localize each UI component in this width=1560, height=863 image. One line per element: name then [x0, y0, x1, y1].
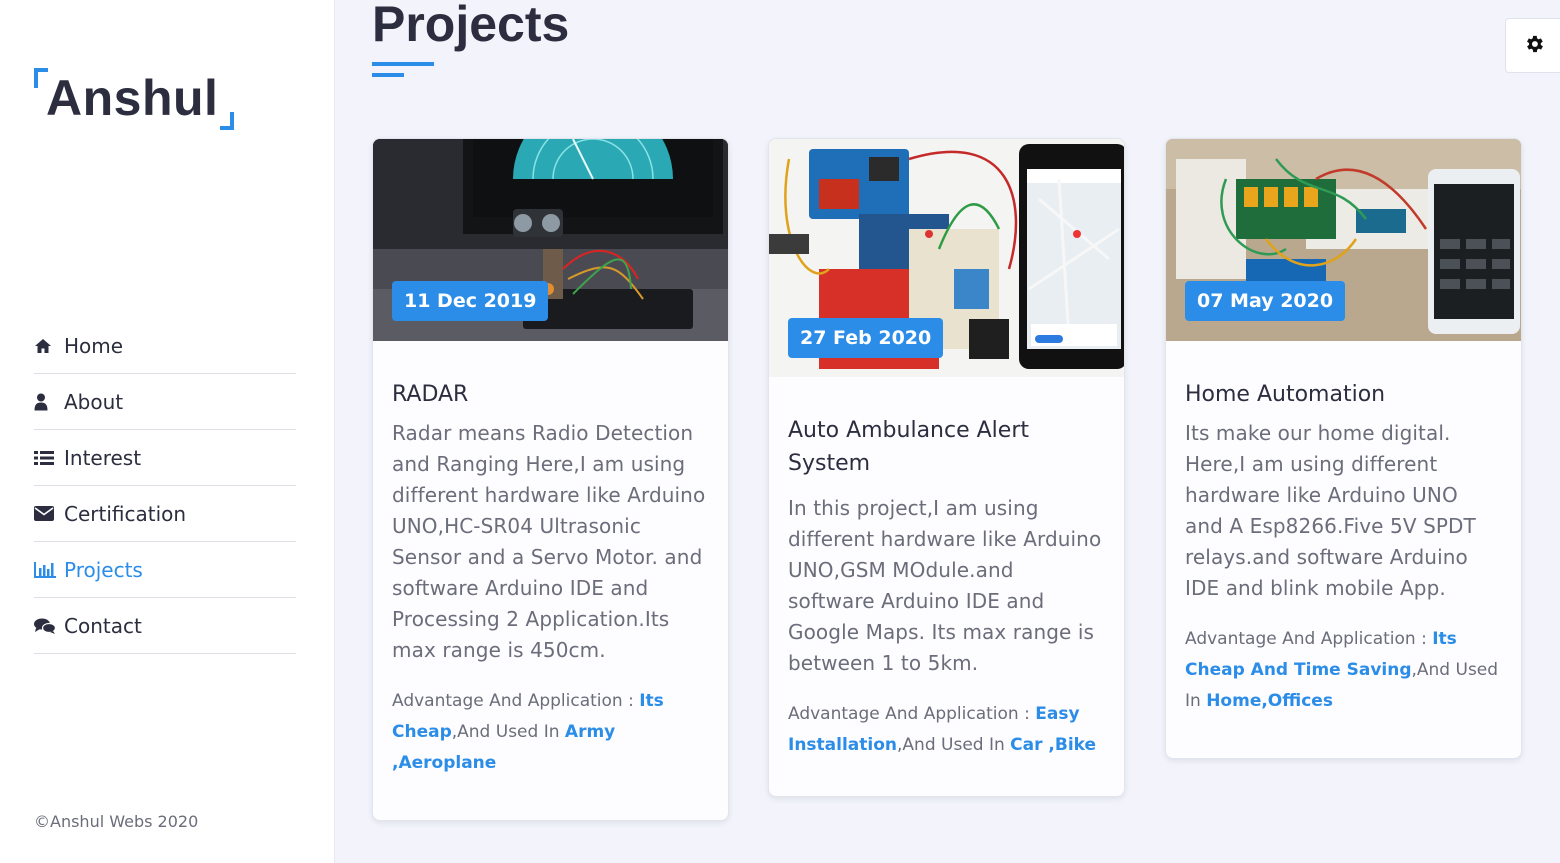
settings-button[interactable] [1505, 18, 1560, 73]
project-title: Auto Ambulance Alert System [788, 418, 1029, 476]
project-title: Home Automation [1185, 382, 1386, 407]
logo-text: Anshul [46, 70, 219, 126]
nav-label: Home [64, 333, 124, 358]
nav-label: Contact [64, 613, 142, 638]
chat-icon [34, 618, 64, 634]
bar-chart-icon [34, 561, 64, 578]
list-icon [34, 450, 64, 466]
advantages-label: Advantage And Application : [392, 691, 640, 711]
title-underline [372, 73, 404, 77]
nav-item-certification[interactable]: Certification [34, 486, 296, 542]
home-icon [34, 338, 64, 354]
project-card[interactable]: 27 Feb 2020 Auto Ambulance Alert System … [768, 138, 1125, 797]
advantages-uses: Car ,Bike [1010, 735, 1097, 755]
envelope-icon [34, 506, 64, 521]
advantages-label: Advantage And Application : [788, 704, 1036, 724]
project-image: 11 Dec 2019 [373, 139, 728, 341]
gear-icon [1523, 33, 1545, 59]
user-icon [34, 393, 64, 411]
date-badge: 07 May 2020 [1185, 281, 1346, 321]
project-advantages: Advantage And Application : Its Cheap,An… [392, 686, 709, 779]
sidebar: Anshul Home About Interest Certification… [0, 0, 335, 863]
date-badge: 11 Dec 2019 [392, 281, 549, 321]
nav-label: Certification [64, 501, 187, 526]
nav-item-interest[interactable]: Interest [34, 430, 296, 486]
project-advantages: Advantage And Application : Easy Install… [788, 699, 1105, 761]
date-badge: 27 Feb 2020 [788, 318, 944, 358]
project-card[interactable]: 07 May 2020 Home Automation Its make our… [1165, 138, 1522, 759]
nav-label: Projects [64, 557, 143, 582]
project-description: Its make our home digital. Here,I am usi… [1185, 421, 1476, 600]
advantages-label: Advantage And Application : [1185, 629, 1433, 649]
site-logo[interactable]: Anshul [34, 68, 234, 130]
project-advantages: Advantage And Application : Its Cheap An… [1185, 624, 1502, 717]
nav-label: Interest [64, 445, 142, 470]
nav-item-about[interactable]: About [34, 374, 296, 430]
copyright-text: ©Anshul Webs 2020 [34, 812, 199, 831]
main-nav: Home About Interest Certification Projec… [34, 318, 296, 654]
project-description: Radar means Radio Detection and Ranging … [392, 421, 706, 662]
project-card[interactable]: 11 Dec 2019 RADAR Radar means Radio Dete… [372, 138, 729, 821]
project-image: 27 Feb 2020 [769, 139, 1124, 377]
nav-item-contact[interactable]: Contact [34, 598, 296, 654]
advantages-used-in: ,And Used In [451, 722, 565, 742]
advantages-used-in: ,And Used In [897, 735, 1011, 755]
advantages-uses: Home,Offices [1206, 691, 1333, 711]
project-title: RADAR [392, 382, 469, 407]
logo-corner-bracket [220, 112, 234, 130]
page-title: Projects [372, 0, 570, 52]
title-underline [372, 62, 434, 66]
nav-label: About [64, 389, 124, 414]
nav-item-home[interactable]: Home [34, 318, 296, 374]
project-description: In this project,I am using different har… [788, 496, 1102, 675]
nav-item-projects[interactable]: Projects [34, 542, 296, 598]
project-image: 07 May 2020 [1166, 139, 1521, 341]
